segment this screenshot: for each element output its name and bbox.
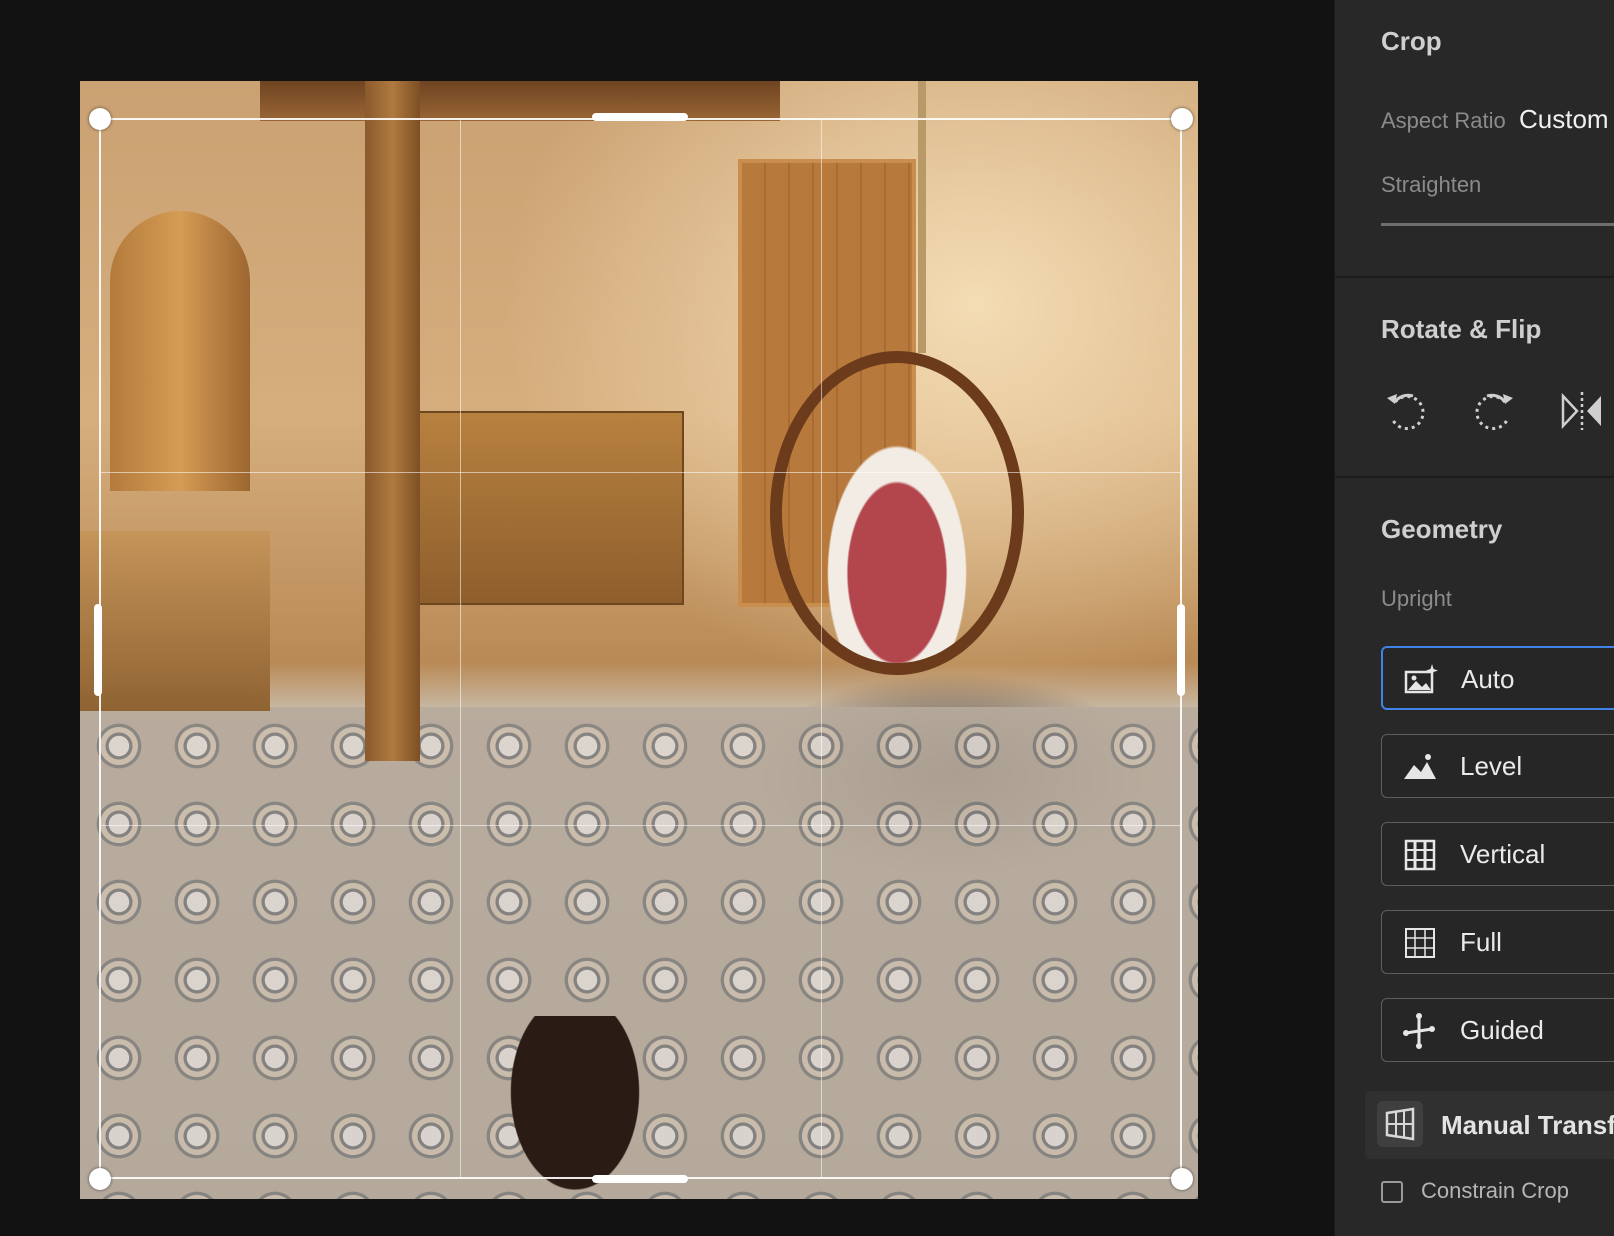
crop-panel: Crop Aspect Ratio Custom Straighten Rota… bbox=[1334, 0, 1614, 1236]
aspect-ratio-dropdown[interactable]: Custom bbox=[1519, 104, 1609, 135]
upright-level-button[interactable]: Level bbox=[1381, 734, 1614, 798]
upright-level-label: Level bbox=[1460, 751, 1523, 781]
crop-grid-line-v1 bbox=[460, 120, 461, 1177]
straighten-label: Straighten bbox=[1381, 172, 1482, 197]
crop-handle-bottom-left[interactable] bbox=[89, 1168, 111, 1190]
constrain-crop-checkbox[interactable] bbox=[1381, 1181, 1403, 1203]
rotate-right-icon[interactable] bbox=[1471, 388, 1517, 434]
manual-transform-toggle[interactable]: Manual Transfor bbox=[1365, 1091, 1614, 1159]
flip-horizontal-icon[interactable] bbox=[1559, 388, 1605, 434]
rotate-left-icon[interactable] bbox=[1383, 388, 1429, 434]
crop-handle-bottom-right[interactable] bbox=[1171, 1168, 1193, 1190]
crop-grid-line-v2 bbox=[821, 120, 822, 1177]
crop-handle-top-right[interactable] bbox=[1171, 108, 1193, 130]
crop-section-title: Crop bbox=[1381, 26, 1442, 56]
upright-full-label: Full bbox=[1460, 927, 1502, 957]
rotate-flip-title: Rotate & Flip bbox=[1381, 314, 1542, 344]
level-icon bbox=[1402, 749, 1438, 785]
manual-transform-icon bbox=[1377, 1101, 1423, 1147]
crop-frame[interactable] bbox=[99, 118, 1182, 1179]
crop-grid-line-h2 bbox=[101, 825, 1180, 826]
upright-auto-button[interactable]: Auto bbox=[1381, 646, 1614, 710]
upright-vertical-label: Vertical bbox=[1460, 839, 1546, 869]
upright-guided-label: Guided bbox=[1460, 1015, 1544, 1045]
crop-section: Crop Aspect Ratio Custom Straighten bbox=[1335, 0, 1614, 278]
crop-handle-top-left[interactable] bbox=[89, 108, 111, 130]
full-grid-icon bbox=[1402, 925, 1438, 961]
geometry-title: Geometry bbox=[1381, 514, 1503, 544]
aspect-ratio-label: Aspect Ratio bbox=[1381, 108, 1506, 133]
auto-upright-icon bbox=[1403, 662, 1439, 698]
upright-auto-label: Auto bbox=[1461, 664, 1515, 694]
upright-label: Upright bbox=[1381, 586, 1452, 611]
crop-handle-top[interactable] bbox=[592, 113, 688, 121]
vertical-grid-icon bbox=[1402, 837, 1438, 873]
upright-vertical-button[interactable]: Vertical bbox=[1381, 822, 1614, 886]
crop-handle-left[interactable] bbox=[94, 604, 102, 696]
rotate-flip-section: Rotate & Flip bbox=[1335, 278, 1614, 478]
constrain-crop-label: Constrain Crop bbox=[1421, 1178, 1569, 1203]
manual-transform-label: Manual Transfor bbox=[1441, 1110, 1614, 1140]
crop-grid-line-h1 bbox=[101, 472, 1180, 473]
straighten-slider[interactable] bbox=[1381, 223, 1614, 226]
photo-canvas[interactable] bbox=[0, 0, 1334, 1236]
upright-guided-button[interactable]: Guided bbox=[1381, 998, 1614, 1062]
ceiling-beam bbox=[260, 81, 780, 121]
crop-handle-right[interactable] bbox=[1177, 604, 1185, 696]
crop-handle-bottom[interactable] bbox=[592, 1175, 688, 1183]
guided-icon bbox=[1402, 1013, 1438, 1049]
upright-full-button[interactable]: Full bbox=[1381, 910, 1614, 974]
